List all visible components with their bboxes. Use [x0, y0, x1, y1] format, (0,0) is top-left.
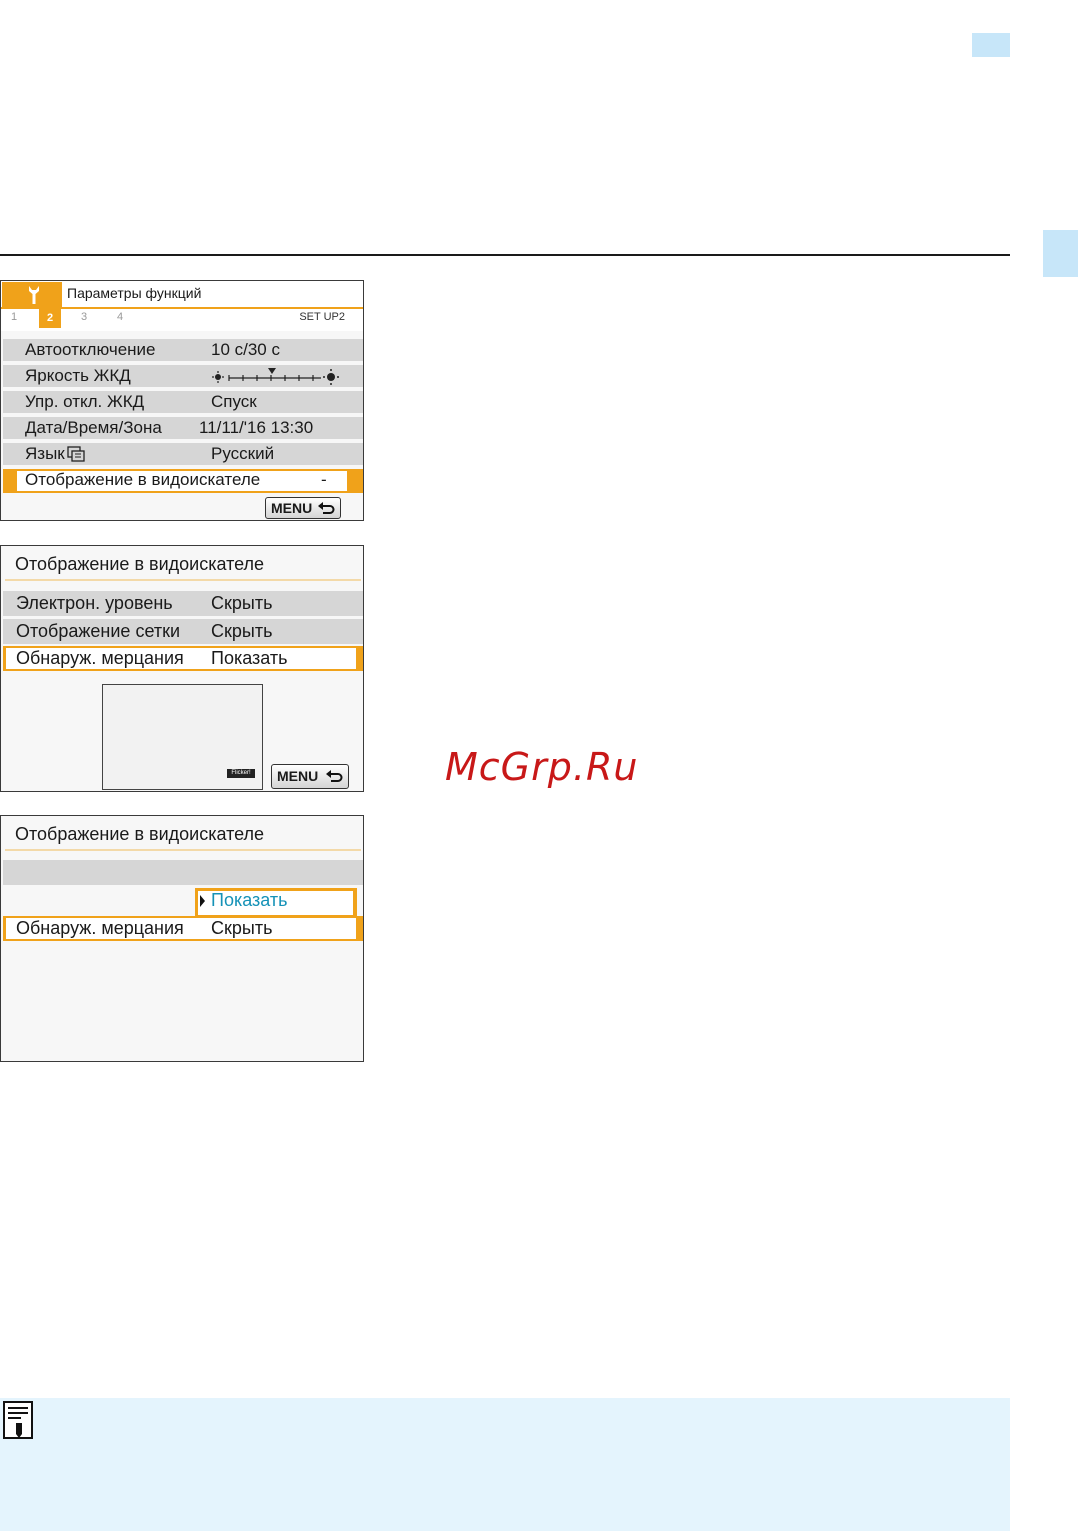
row-label: Дата/Время/Зона [25, 418, 162, 437]
row-value: 10 с/30 с [211, 340, 280, 359]
row-label: Отображение сетки [16, 621, 181, 641]
menu-row-auto-off[interactable]: Автоотключение 10 с/30 с [3, 339, 363, 361]
row-label: Обнаруж. мерцания [16, 918, 184, 938]
menu-row-flicker-detection[interactable]: Обнаруж. мерцания Показать [3, 646, 363, 671]
language-icon [67, 446, 85, 462]
return-arrow-icon [326, 770, 343, 782]
section-divider [0, 254, 1010, 256]
screen-title: Отображение в видоискателе [15, 824, 265, 844]
menu-row-electronic-level[interactable]: Электрон. уровень Скрыть [3, 591, 363, 616]
row-label: Отображение в видоискателе [25, 470, 261, 489]
menu-row-flicker-detection[interactable]: Обнаруж. мерцания Скрыть [3, 916, 363, 941]
menu-row-lcd-brightness[interactable]: Яркость ЖКД [3, 365, 363, 387]
row-label: Электрон. уровень [16, 593, 173, 613]
row-value: Русский [211, 444, 275, 463]
menu-button-label: MENU [271, 500, 313, 516]
row-label: Автоотключение [25, 340, 156, 359]
menu-back-button[interactable]: MENU [265, 497, 341, 519]
title-underline [5, 579, 361, 581]
row-value: Показать [211, 648, 288, 668]
menu-tab-header: Параметры функций 1 2 3 4 SET UP2 [1, 281, 363, 331]
tab-code: SET UP2 [299, 311, 345, 323]
wrench-icon [29, 286, 39, 304]
row-label: Обнаруж. мерцания [16, 648, 184, 668]
note-box [0, 1398, 1010, 1531]
tab-3[interactable]: 3 [81, 311, 87, 323]
title-underline [5, 849, 361, 851]
menu-row-grid-display[interactable]: Отображение сетки Скрыть [3, 619, 363, 644]
menu-button-label: MENU [277, 768, 319, 784]
chapter-side-tab [1043, 230, 1078, 277]
menu-back-button[interactable]: MENU [271, 764, 349, 789]
selection-marker-icon [200, 895, 205, 907]
menu-row-date-time[interactable]: Дата/Время/Зона 11/11/'16 13:30 [3, 417, 363, 439]
page-corner-tab [972, 33, 1010, 57]
row-value: Скрыть [211, 621, 273, 641]
tab-2[interactable]: 2 [39, 308, 61, 328]
row-value: 11/11/'16 13:30 [199, 418, 314, 437]
setup-menu-screen: Параметры функций 1 2 3 4 SET UP2 Автоот… [0, 280, 364, 521]
option-show[interactable]: Показать [211, 890, 288, 911]
memo-icon [3, 1401, 33, 1439]
viewfinder-preview: Flicker! [102, 684, 263, 790]
viewfinder-display-screen: Отображение в видоискателе Электрон. уро… [0, 545, 364, 792]
watermark: McGrp.Ru [445, 745, 639, 789]
row-label: Язык [25, 444, 65, 463]
return-arrow-icon [318, 502, 335, 514]
flicker-icon: Flicker! [227, 769, 255, 778]
tab-4[interactable]: 4 [117, 311, 123, 323]
menu-row-lcd-off[interactable]: Упр. откл. ЖКД Спуск [3, 391, 363, 413]
row-label: Упр. откл. ЖКД [25, 392, 145, 411]
row-value: - [321, 470, 327, 489]
tab-1[interactable]: 1 [11, 311, 17, 323]
screen-title: Отображение в видоискателе [15, 554, 265, 574]
setup-tab[interactable] [2, 282, 62, 308]
flicker-option-screen: Отображение в видоискателе Обнаруж. мерц… [0, 815, 364, 1062]
brightness-scale-icon [212, 368, 339, 385]
menu-row-language[interactable]: Язык Русский [3, 443, 363, 465]
row-value: Спуск [211, 392, 257, 411]
menu-row-blank [3, 860, 363, 885]
screen-title: Параметры функций [67, 285, 202, 301]
option-dropdown[interactable]: Показать [195, 888, 357, 916]
menu-row-viewfinder-display[interactable]: Отображение в видоискателе - [3, 469, 363, 493]
row-value: Скрыть [211, 593, 273, 613]
row-value: Скрыть [211, 918, 273, 938]
row-label: Яркость ЖКД [25, 366, 131, 385]
